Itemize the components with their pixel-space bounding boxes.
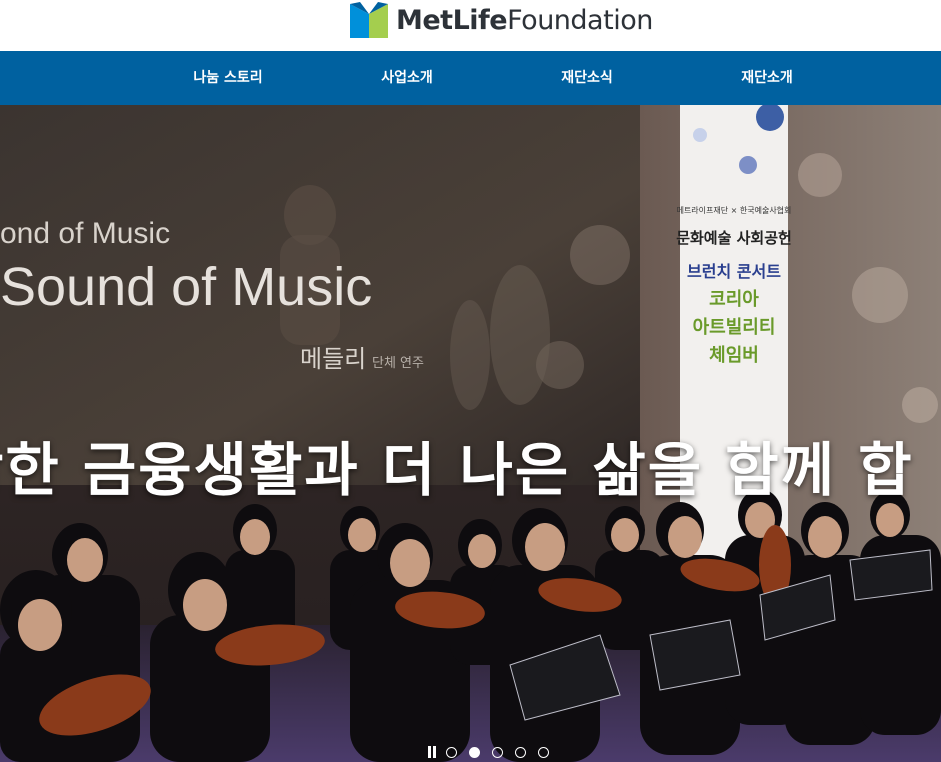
screen-text-large: Sound of Music — [0, 257, 372, 317]
logo-brand-light: Foundation — [507, 4, 653, 36]
nav-item-news[interactable]: 재단소식 — [561, 51, 613, 105]
nav-item-business[interactable]: 사업소개 — [381, 51, 433, 105]
metlife-foundation-logo[interactable]: MetLifeFoundation — [350, 1, 653, 39]
slider-controls — [426, 745, 561, 759]
banner-line-3: 코리아 — [709, 289, 759, 310]
metlife-logo-icon — [350, 2, 388, 38]
banner-top-line: 메트라이프재단 × 한국예술사협회 — [677, 205, 792, 215]
nav-item-sharing-story[interactable]: 나눔 스토리 — [193, 51, 262, 105]
logo-brand-bold: MetLife — [396, 4, 508, 36]
screen-text-small: ond of Music — [0, 217, 170, 250]
logo-text: MetLifeFoundation — [396, 5, 653, 36]
pause-icon[interactable] — [426, 745, 438, 759]
banner-line-1: 문화예술 사회공헌 — [676, 229, 792, 247]
hero-slider: ond of Music Sound of Music 메들리 단체 연주 메트… — [0, 105, 941, 762]
banner-line-2: 브런치 콘서트 — [687, 262, 781, 281]
hero-headline: 강한 금융생활과 더 나은 삶을 함께 합 — [0, 436, 914, 504]
slider-dot-3[interactable] — [492, 746, 503, 758]
nav-item-about[interactable]: 재단소개 — [741, 51, 793, 105]
slider-dot-2[interactable] — [469, 746, 480, 758]
slider-dot-4[interactable] — [515, 746, 526, 758]
slider-dot-5[interactable] — [538, 746, 549, 758]
banner-line-4: 아트빌리티 — [693, 317, 776, 338]
screen-text-sub: 메들리 — [300, 345, 366, 373]
screen-text-sub2: 단체 연주 — [372, 356, 424, 371]
slider-dot-1[interactable] — [446, 746, 457, 758]
banner-line-5: 체임버 — [709, 345, 759, 366]
main-nav: 나눔 스토리 사업소개 재단소식 재단소개 — [0, 51, 941, 105]
site-header: MetLifeFoundation — [0, 0, 941, 50]
